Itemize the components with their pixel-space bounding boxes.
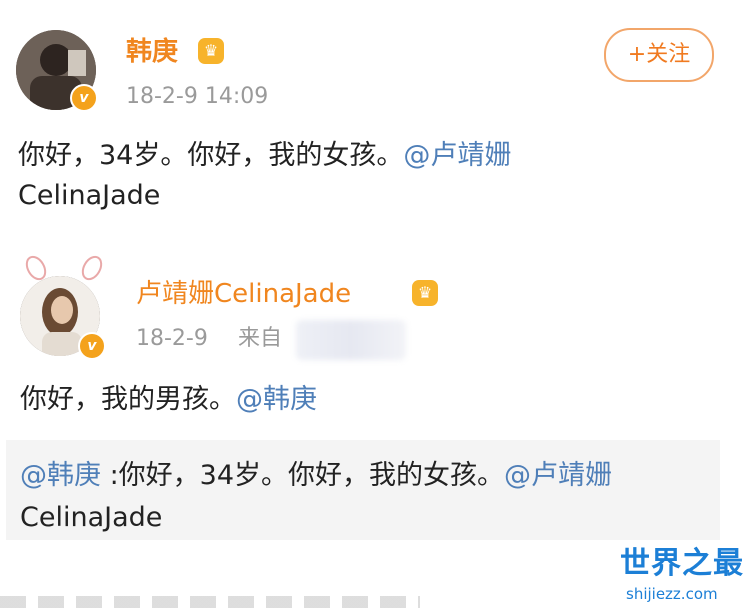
- quoted-author-link[interactable]: @韩庚: [20, 460, 101, 491]
- reply-source-label: 来自: [238, 326, 283, 351]
- mention-link-continued[interactable]: CelinaJade: [18, 176, 160, 216]
- crown-icon: ♛: [198, 38, 224, 64]
- mention-link[interactable]: @韩庚: [236, 384, 317, 415]
- reply-text: 你好，我的男孩。@韩庚: [20, 380, 317, 420]
- verified-badge-icon: v: [70, 84, 98, 112]
- quoted-text-content: :你好，34岁。你好，我的女孩。: [101, 460, 505, 491]
- post-timestamp[interactable]: 18-2-9 14:09: [126, 82, 268, 112]
- watermark-brand: 世界之最: [620, 546, 744, 581]
- poster-username[interactable]: 韩庚: [126, 34, 178, 70]
- next-content-fragment: [0, 596, 420, 608]
- quoted-text: @韩庚 :你好，34岁。你好，我的女孩。@卢靖姗: [20, 456, 612, 496]
- mention-link[interactable]: @卢靖姗: [504, 460, 612, 491]
- reply-username[interactable]: 卢靖姗CelinaJade: [136, 276, 351, 312]
- mention-link-continued[interactable]: CelinaJade: [20, 498, 162, 538]
- reply-source-blurred: [296, 320, 406, 360]
- crown-icon: ♛: [412, 280, 438, 306]
- verified-badge-icon: v: [78, 332, 106, 360]
- follow-button[interactable]: +关注: [604, 28, 714, 82]
- mention-link[interactable]: @卢靖姗: [403, 140, 511, 171]
- post-text-content: 你好，34岁。你好，我的女孩。: [18, 140, 404, 171]
- reply-timestamp[interactable]: 18-2-9: [136, 324, 208, 354]
- reply-text-content: 你好，我的男孩。: [20, 384, 236, 415]
- post-text: 你好，34岁。你好，我的女孩。@卢靖姗: [18, 136, 511, 176]
- watermark-domain: shijiezz.com: [626, 585, 718, 603]
